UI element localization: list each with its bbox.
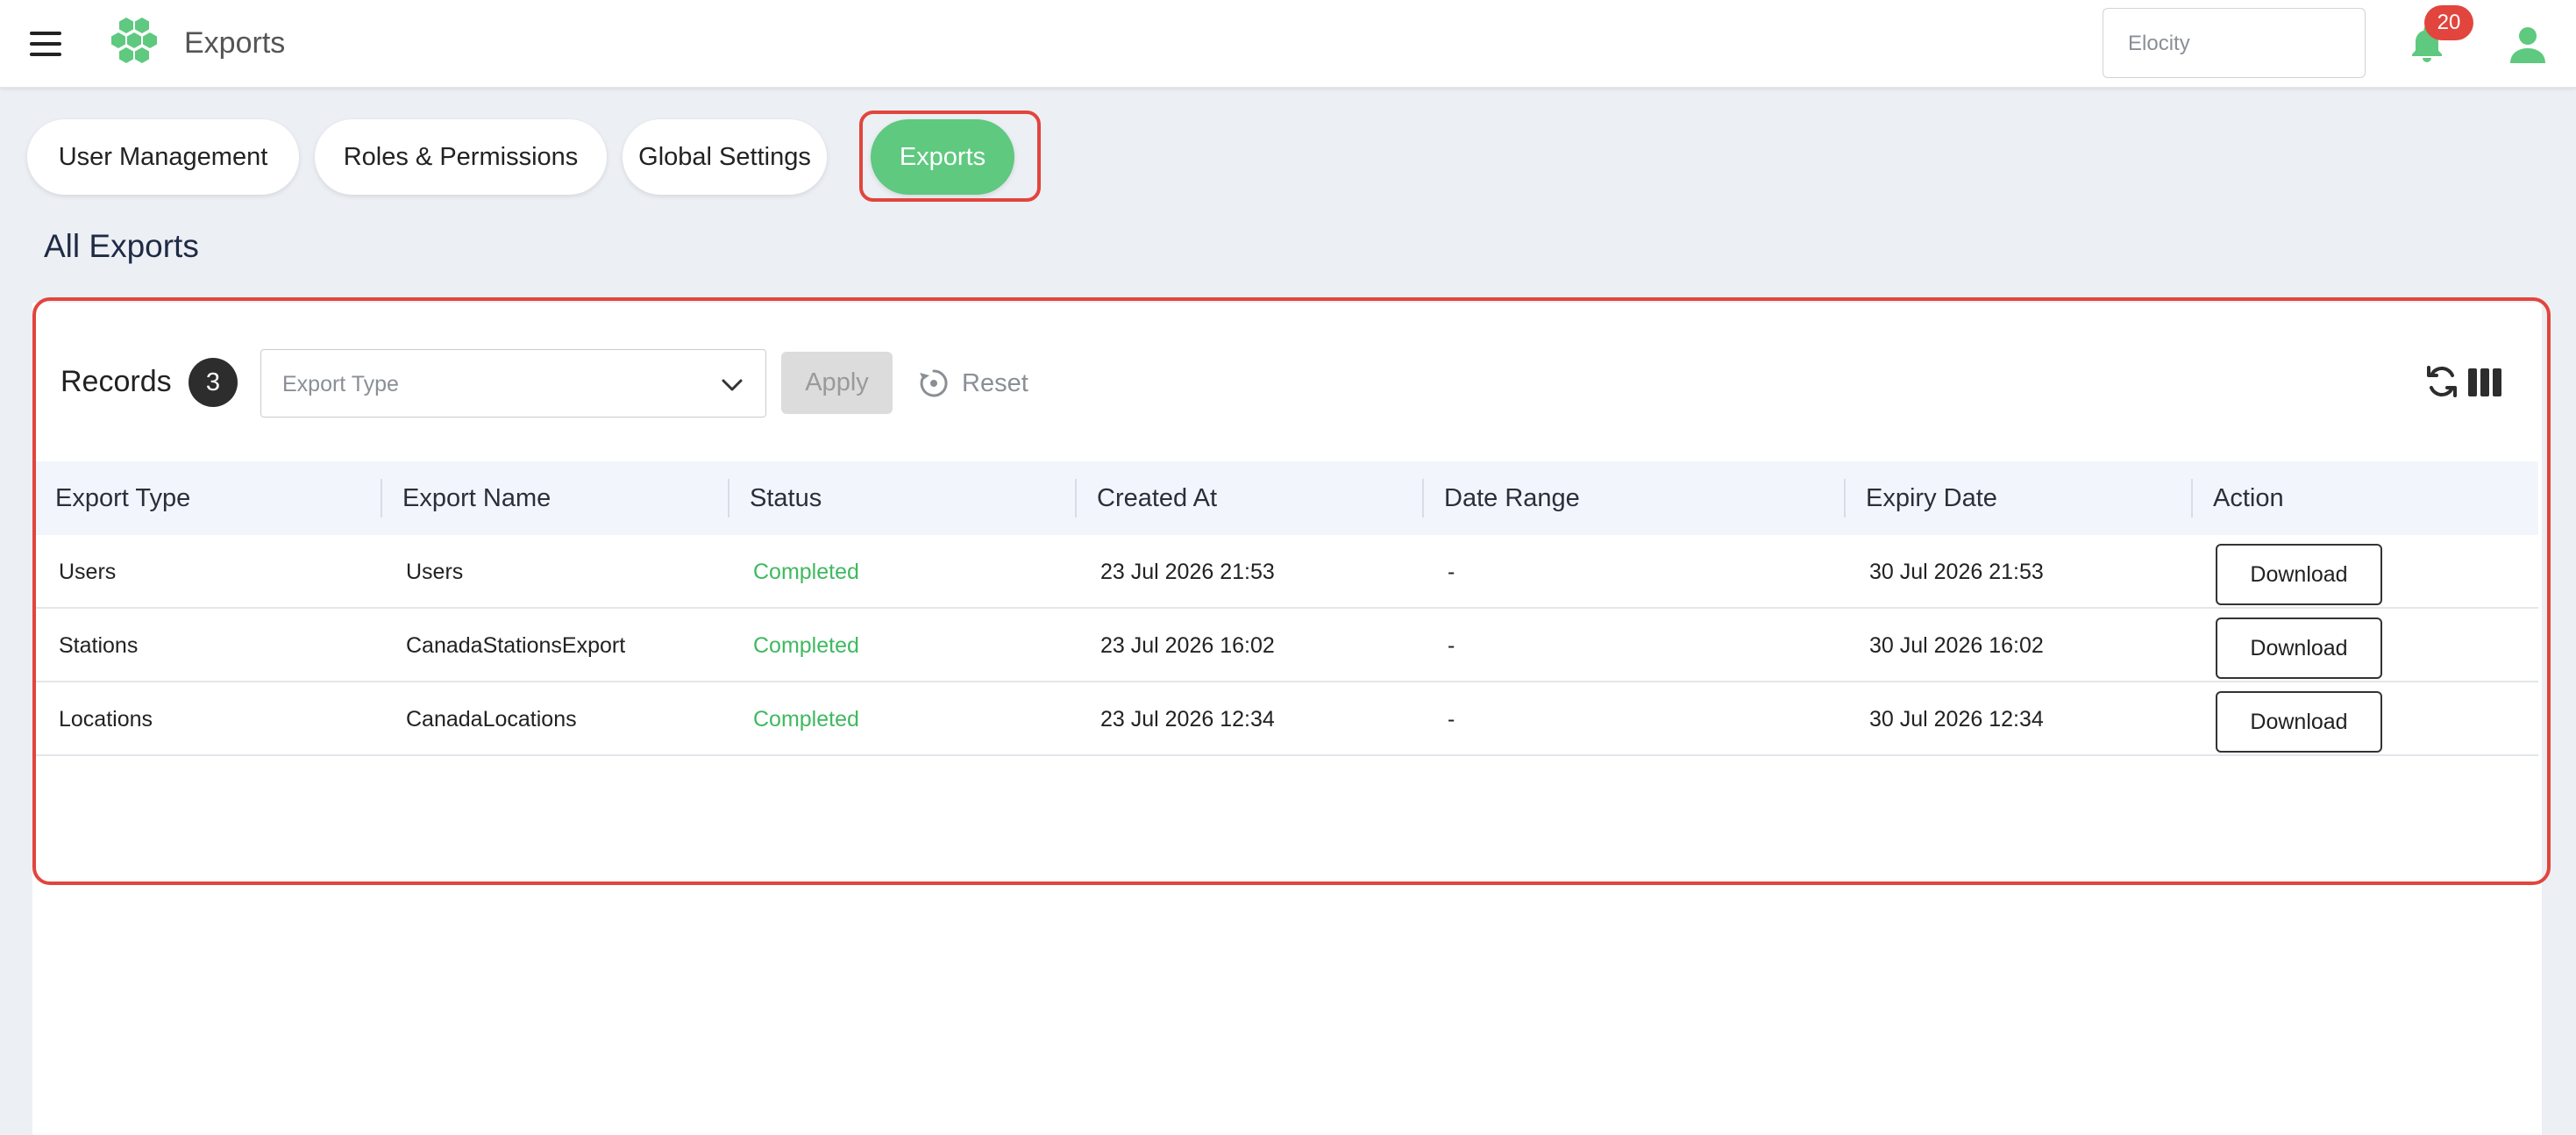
records-count-badge: 3 xyxy=(189,358,238,407)
cell-created-at: 23 Jul 2026 21:53 xyxy=(1100,560,1275,584)
tab-global-settings[interactable]: Global Settings xyxy=(623,119,827,195)
cell-export-name: CanadaLocations xyxy=(406,707,577,732)
top-bar: Exports Elocity 20 xyxy=(0,0,2576,88)
cell-expiry-date: 30 Jul 2026 12:34 xyxy=(1869,707,2044,732)
export-type-placeholder: Export Type xyxy=(282,372,399,396)
export-type-select[interactable]: Export Type xyxy=(260,349,766,418)
download-button[interactable]: Download xyxy=(2216,544,2382,605)
column-status[interactable]: Status xyxy=(750,461,822,535)
menu-icon[interactable] xyxy=(26,28,65,60)
columns-icon[interactable] xyxy=(2468,368,2501,396)
download-button[interactable]: Download xyxy=(2216,691,2382,753)
cell-created-at: 23 Jul 2026 16:02 xyxy=(1100,633,1275,658)
cell-expiry-date: 30 Jul 2026 16:02 xyxy=(1869,633,2044,658)
cell-date-range: - xyxy=(1448,560,1455,584)
reset-icon xyxy=(920,369,948,397)
chevron-down-icon xyxy=(722,379,743,391)
column-expiry-date[interactable]: Expiry Date xyxy=(1866,461,1997,535)
tenant-selector[interactable]: Elocity xyxy=(2103,8,2366,78)
cell-export-type: Locations xyxy=(59,707,153,732)
column-created-at[interactable]: Created At xyxy=(1097,461,1217,535)
reset-button[interactable]: Reset xyxy=(916,362,1028,404)
cell-expiry-date: 30 Jul 2026 21:53 xyxy=(1869,560,2044,584)
cell-export-type: Stations xyxy=(59,633,139,658)
status-badge: Completed xyxy=(753,707,859,732)
column-export-name[interactable]: Export Name xyxy=(402,461,551,535)
hexagon-logo-icon xyxy=(111,18,157,63)
tab-highlight-box xyxy=(859,111,1041,202)
table-row: Users Users Completed 23 Jul 2026 21:53 … xyxy=(36,535,2538,609)
column-action: Action xyxy=(2213,484,2284,512)
page-title: All Exports xyxy=(44,228,199,264)
reset-label: Reset xyxy=(962,368,1028,397)
cell-export-name: Users xyxy=(406,560,464,584)
tab-user-management[interactable]: User Management xyxy=(27,119,299,195)
apply-button[interactable]: Apply xyxy=(781,352,893,414)
cell-export-name: CanadaStationsExport xyxy=(406,633,626,658)
records-label: Records xyxy=(60,365,172,398)
user-icon[interactable] xyxy=(2506,23,2550,67)
tab-roles-permissions[interactable]: Roles & Permissions xyxy=(315,119,607,195)
column-date-range[interactable]: Date Range xyxy=(1444,461,1580,535)
app-title: Exports xyxy=(184,26,286,60)
status-badge: Completed xyxy=(753,560,859,584)
download-button[interactable]: Download xyxy=(2216,617,2382,679)
cell-date-range: - xyxy=(1448,633,1455,658)
cell-date-range: - xyxy=(1448,707,1455,732)
table-row: Locations CanadaLocations Completed 23 J… xyxy=(36,682,2538,756)
status-badge: Completed xyxy=(753,633,859,658)
cell-export-type: Users xyxy=(59,560,117,584)
notification-badge: 20 xyxy=(2424,5,2473,40)
table-header: Export Type Export Name Status Created A… xyxy=(36,461,2538,535)
cell-created-at: 23 Jul 2026 12:34 xyxy=(1100,707,1275,732)
column-export-type[interactable]: Export Type xyxy=(55,461,190,535)
refresh-icon[interactable] xyxy=(2423,363,2460,400)
table-row: Stations CanadaStationsExport Completed … xyxy=(36,609,2538,682)
